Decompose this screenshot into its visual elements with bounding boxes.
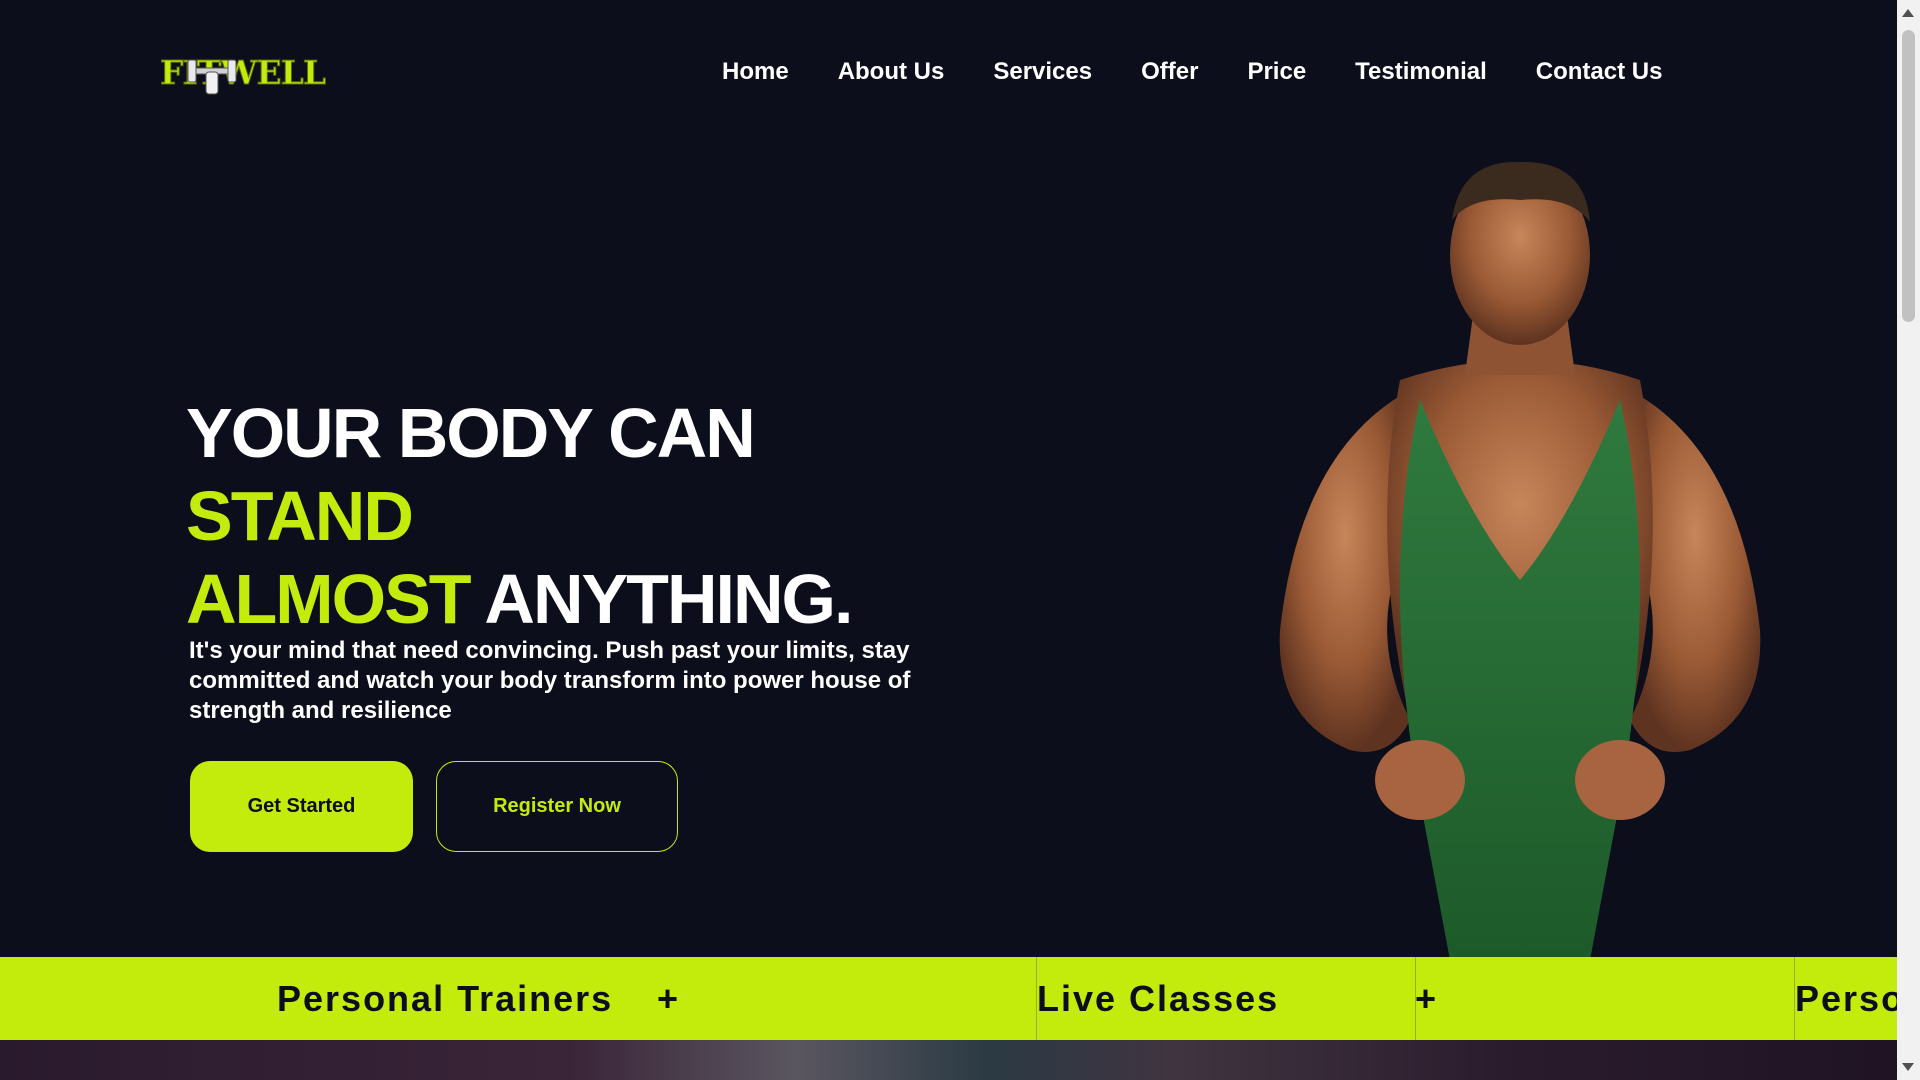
nav-testimonial[interactable]: Testimonial [1355,58,1487,86]
ticker-item-live-classes: Live Classes [1037,977,1280,1019]
nav-price[interactable]: Price [1247,58,1306,86]
nav-services[interactable]: Services [993,58,1092,86]
hero-title-line-1: YOUR BODY CAN [186,394,756,472]
hero-image [1279,161,1761,960]
dumbbell-icon [187,59,237,95]
nav-offer[interactable]: Offer [1141,58,1198,86]
hero-title: YOUR BODY CAN STAND ALMOST ANYTHING. [186,392,853,641]
hero-title-line-2: STAND [186,477,414,555]
get-started-button[interactable]: Get Started [190,761,413,852]
scroll-up-icon[interactable] [1902,9,1914,17]
nav-contact-us[interactable]: Contact Us [1536,58,1663,86]
hero-subtitle: It's your mind that need convincing. Pus… [189,637,911,724]
hero-title-last-word: ANYTHING. [484,560,853,638]
nav-about-us[interactable]: About Us [838,58,945,86]
services-ticker: Personal Trainers + Live Classes + Perso [0,957,1897,1040]
hero-title-line-3: ALMOST ANYTHING. [186,558,853,641]
brand-logo[interactable]: FITWELL [159,46,327,98]
scroll-thumb[interactable] [1902,30,1915,322]
logo-text: FITWELL [159,52,326,92]
ticker-item-personal-partial: Perso [1795,977,1897,1019]
nav-home[interactable]: Home [722,58,789,86]
page-scrollbar[interactable] [1897,0,1920,1080]
main-nav: Home About Us Services Offer Price Testi… [722,58,1662,86]
ticker-item-personal-trainers: Personal Trainers [277,977,614,1019]
register-now-button[interactable]: Register Now [436,761,678,852]
next-section-image [0,1040,1897,1080]
ticker-plus-icon: + [1415,977,1437,1019]
ticker-plus-icon: + [657,977,679,1019]
hero-title-accent-word: ALMOST [186,560,472,638]
scroll-down-icon[interactable] [1902,1063,1914,1071]
